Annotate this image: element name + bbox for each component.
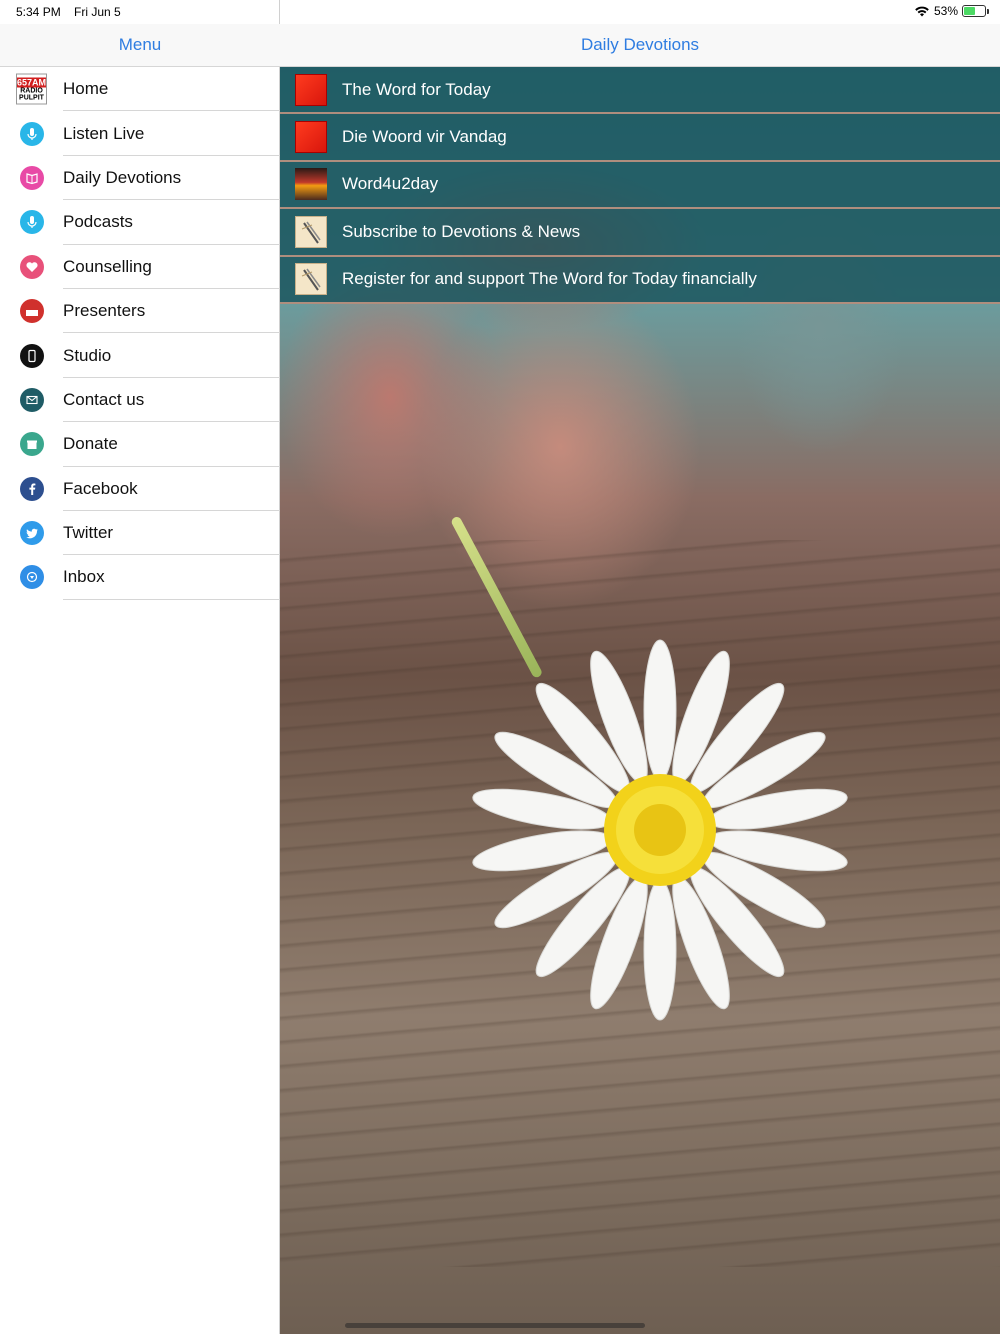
- sidebar-item-label: Facebook: [63, 478, 138, 498]
- daisy-flower: [472, 639, 848, 1021]
- radio-pulpit-logo-icon: 657AM RADIO PULPIT: [16, 73, 47, 105]
- sidebar-item-label: Inbox: [63, 567, 105, 587]
- sidebar-item-twitter[interactable]: Twitter: [0, 511, 280, 556]
- sidebar-item-label: Studio: [63, 345, 112, 365]
- sidebar-item-inbox[interactable]: Inbox: [0, 555, 280, 600]
- sidebar-item-listen-live[interactable]: Listen Live: [0, 111, 280, 156]
- woord-vir-vandag-thumb: [295, 121, 327, 154]
- devotion-label: Subscribe to Devotions & News: [342, 221, 581, 241]
- sidebar-item-donate[interactable]: Donate: [0, 422, 280, 467]
- sidebar-item-contact-us[interactable]: Contact us: [0, 378, 280, 423]
- sidebar-item-home[interactable]: 657AM RADIO PULPIT Home: [0, 67, 280, 112]
- devotion-row-subscribe[interactable]: Subscribe to Devotions & News: [280, 209, 1000, 257]
- microphone-icon: [20, 210, 44, 235]
- sidebar-item-label: Donate: [63, 434, 118, 454]
- sidebar-item-podcasts[interactable]: Podcasts: [0, 200, 280, 245]
- menu-list: 657AM RADIO PULPIT Home Listen Live Dail…: [0, 67, 280, 600]
- status-date: Fri Jun 5: [74, 5, 121, 19]
- sidebar-item-label: Home: [63, 79, 109, 99]
- devotion-label: Register for and support The Word for To…: [342, 269, 757, 289]
- devotion-row-woord-vir-vandag[interactable]: Die Woord vir Vandag: [280, 114, 1000, 162]
- sidebar-item-facebook[interactable]: Facebook: [0, 467, 280, 511]
- devotion-label: Word4u2day: [342, 174, 439, 194]
- envelope-icon: [20, 387, 44, 412]
- inbox-icon: [20, 565, 44, 590]
- sidebar-item-daily-devotions[interactable]: Daily Devotions: [0, 156, 280, 201]
- sidebar-title: Menu: [0, 24, 280, 67]
- battery-icon: [962, 5, 989, 17]
- sidebar-item-studio[interactable]: Studio: [0, 333, 280, 378]
- devotion-label: The Word for Today: [342, 79, 491, 99]
- book-icon: [20, 165, 44, 190]
- sidebar-item-label: Podcasts: [63, 212, 133, 232]
- document-thumb: [295, 215, 327, 248]
- sidebar-item-label: Listen Live: [63, 123, 145, 143]
- main-content: Daily Devotions The Word for Today Die W…: [280, 0, 1000, 1334]
- heart-icon: [20, 254, 44, 279]
- status-indicators: 53%: [914, 4, 989, 18]
- battery-level: [964, 7, 975, 15]
- sidebar-item-label: Twitter: [63, 523, 114, 543]
- word-for-today-thumb: [295, 73, 327, 106]
- sidebar-item-counselling[interactable]: Counselling: [0, 245, 280, 289]
- sidebar-item-label: Counselling: [63, 256, 152, 276]
- devotion-row-word-for-today[interactable]: The Word for Today: [280, 67, 1000, 115]
- wifi-icon: [915, 6, 929, 17]
- phone-icon: [20, 343, 44, 368]
- battery-percent: 53%: [933, 4, 958, 18]
- sidebar-item-label: Presenters: [63, 301, 146, 321]
- devotion-list: The Word for Today Die Woord vir Vandag …: [280, 67, 1000, 304]
- presenters-logo-icon: [20, 299, 44, 324]
- page-title: Daily Devotions: [280, 24, 1000, 67]
- devotion-row-word4u2day[interactable]: Word4u2day: [280, 161, 1000, 210]
- facebook-icon: [20, 476, 44, 501]
- home-indicator[interactable]: [345, 1323, 645, 1328]
- sidebar-item-label: Contact us: [63, 389, 145, 409]
- gift-icon: [20, 432, 44, 457]
- devotion-label: Die Woord vir Vandag: [342, 127, 507, 147]
- status-bar: 5:34 PM Fri Jun 5 53%: [0, 0, 1000, 24]
- word4u2day-thumb: [295, 168, 327, 201]
- sidebar-item-presenters[interactable]: Presenters: [0, 289, 280, 334]
- sidebar-item-label: Daily Devotions: [63, 167, 182, 187]
- twitter-icon: [20, 521, 44, 546]
- devotion-row-register-support[interactable]: Register for and support The Word for To…: [280, 256, 1000, 304]
- document-thumb: [295, 263, 327, 296]
- microphone-icon: [20, 121, 44, 146]
- sidebar: Menu 657AM RADIO PULPIT Home Listen Live…: [0, 0, 280, 1334]
- status-time: 5:34 PM: [16, 5, 61, 19]
